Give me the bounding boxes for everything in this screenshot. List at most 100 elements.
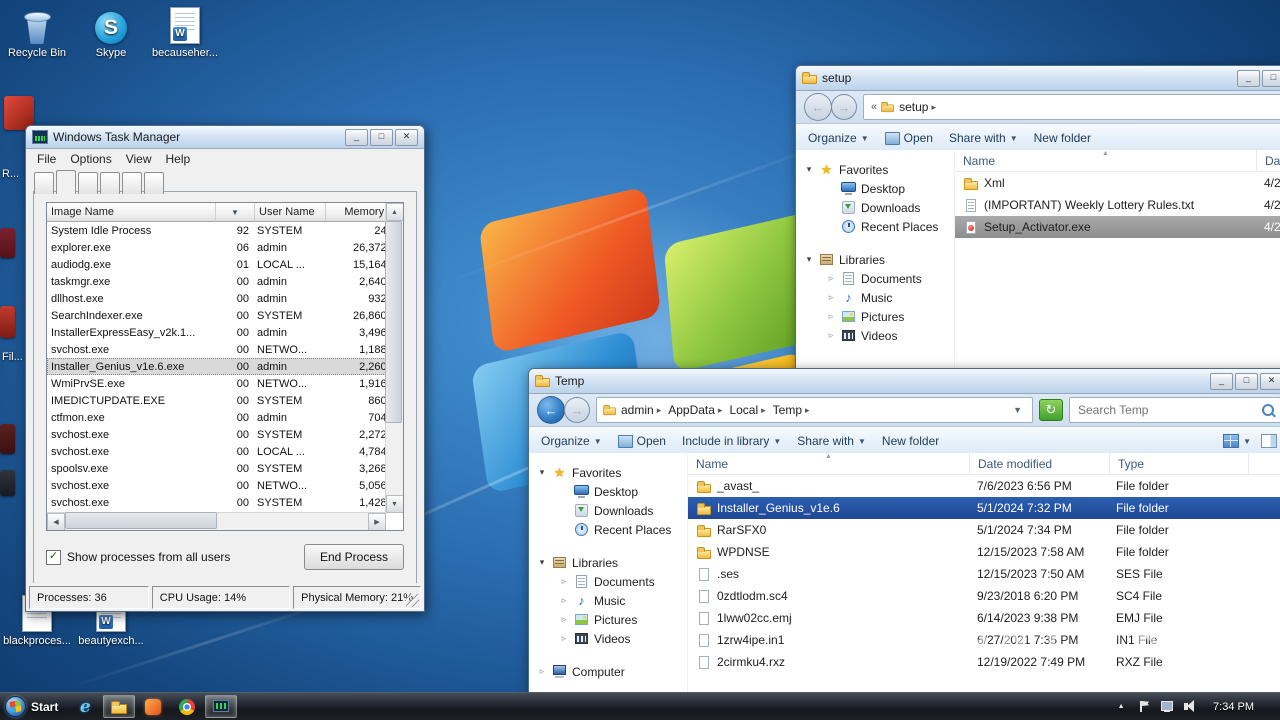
desktop-icon-partial[interactable] <box>0 424 15 454</box>
scroll-left-icon[interactable]: ◀ <box>47 512 65 530</box>
expander-icon[interactable] <box>537 666 547 677</box>
tray-icon[interactable] <box>1159 699 1175 714</box>
menu-item[interactable]: View <box>119 151 159 167</box>
sidebar-section-libraries[interactable]: Libraries <box>529 553 687 572</box>
process-row[interactable]: spoolsv.exe 00 SYSTEM 3,268 K S... <box>47 460 397 477</box>
expander-icon[interactable] <box>804 164 814 175</box>
taskbar-button[interactable] <box>103 695 136 718</box>
temp-titlebar[interactable]: Temp _ □ ✕ <box>529 369 1280 394</box>
process-row[interactable]: explorer.exe 06 admin 26,372 K W... <box>47 239 397 256</box>
sidebar-item[interactable]: Desktop <box>529 482 687 501</box>
forward-button[interactable]: → <box>831 94 857 120</box>
sidebar-section-favorites[interactable]: Favorites <box>796 160 954 179</box>
process-row[interactable]: SearchIndexer.exe 00 SYSTEM 26,860 K M..… <box>47 307 397 324</box>
column-header-user-name[interactable]: User Name <box>255 203 326 222</box>
file-row[interactable]: 1zrw4ipe.in1 6/27/2021 7:35 PM IN1 File … <box>688 629 1280 651</box>
file-row[interactable]: _avast_ 7/6/2023 6:56 PM File folder <box>688 475 1280 497</box>
breadcrumb-segment[interactable]: setup ▸ <box>896 100 939 114</box>
tab[interactable] <box>144 172 164 194</box>
search-input[interactable] <box>1076 402 1262 418</box>
file-row[interactable]: (IMPORTANT) Weekly Lottery Rules.txt 4/2… <box>955 194 1280 216</box>
tab[interactable] <box>100 172 120 194</box>
process-row[interactable]: IMEDICTUPDATE.EXE 00 SYSTEM 860 K M... <box>47 392 397 409</box>
expander-icon[interactable] <box>559 576 569 587</box>
process-row[interactable]: svchost.exe 00 NETWO... 5,056 K H... <box>47 477 397 494</box>
tab[interactable] <box>78 172 98 194</box>
address-dropdown-icon[interactable]: ▼ <box>1008 405 1027 415</box>
expander-icon[interactable] <box>826 292 836 303</box>
tab[interactable] <box>34 172 54 194</box>
file-row[interactable]: .ses 12/15/2023 7:50 AM SES File 1 KB <box>688 563 1280 585</box>
sidebar-item[interactable]: Documents <box>796 269 954 288</box>
sidebar-item[interactable]: Pictures <box>529 610 687 629</box>
column-header-date-modified[interactable]: Date modi... <box>1257 150 1280 171</box>
sidebar-item[interactable]: Recent Places <box>796 217 954 236</box>
process-row[interactable]: svchost.exe 00 NETWO... 1,188 K H... <box>47 341 397 358</box>
taskbar-clock[interactable]: 7:34 PM <box>1205 701 1262 713</box>
forward-button[interactable]: → <box>564 397 590 423</box>
file-row[interactable]: Installer_Genius_v1e.6 5/1/2024 7:32 PM … <box>688 497 1280 519</box>
open-button[interactable]: Open <box>884 131 933 145</box>
taskbar-button[interactable] <box>171 695 203 718</box>
menu-item[interactable]: Help <box>159 151 198 167</box>
back-button[interactable]: ← <box>804 93 832 121</box>
minimize-button[interactable]: _ <box>345 128 368 146</box>
tab[interactable] <box>122 172 142 194</box>
maximize-button[interactable]: □ <box>1262 69 1280 87</box>
process-row[interactable]: System Idle Process 92 SYSTEM 24 K P... <box>47 222 397 239</box>
include-in-library-button[interactable]: Include in library ▼ <box>682 434 781 448</box>
file-row[interactable]: 0zdtlodm.sc4 9/23/2018 6:20 PM SC4 File … <box>688 585 1280 607</box>
breadcrumb[interactable]: admin ▸ AppData ▸ Local ▸ Temp ▸ ▼ <box>596 397 1033 423</box>
expander-icon[interactable] <box>804 254 814 265</box>
search-box[interactable] <box>1069 397 1280 423</box>
chevrons-left-icon[interactable]: « <box>869 101 879 113</box>
desktop-icon-partial[interactable] <box>0 470 15 496</box>
column-header-type[interactable]: Type <box>1110 453 1249 474</box>
share-with-button[interactable]: Share with ▼ <box>949 131 1018 145</box>
expander-icon[interactable] <box>826 273 836 284</box>
sidebar-item[interactable]: Music <box>529 591 687 610</box>
horizontal-scroll-thumb[interactable] <box>65 512 217 529</box>
close-button[interactable]: ✕ <box>1260 372 1280 390</box>
column-header-date-modified[interactable]: Date modified <box>970 453 1110 474</box>
task-manager-titlebar[interactable]: Windows Task Manager _ □ ✕ <box>26 126 424 149</box>
column-header-name[interactable]: ▲ Name <box>955 150 1257 171</box>
column-header-size[interactable]: Size <box>1249 453 1280 474</box>
end-process-button[interactable]: End Process <box>304 544 404 570</box>
sidebar-item[interactable]: Videos <box>796 326 954 345</box>
taskbar-button[interactable] <box>137 695 169 718</box>
organize-button[interactable]: Organize ▼ <box>808 131 869 145</box>
file-row[interactable]: 1lww02cc.emj 6/14/2023 9:38 PM EMJ File … <box>688 607 1280 629</box>
breadcrumb-segment[interactable]: admin ▸ <box>618 403 664 417</box>
sidebar-item[interactable]: Downloads <box>529 501 687 520</box>
sidebar-section-computer[interactable]: Computer <box>529 662 687 681</box>
process-row[interactable]: dllhost.exe 00 admin 932 K C... <box>47 290 397 307</box>
setup-titlebar[interactable]: setup _ □ ✕ <box>796 66 1280 91</box>
breadcrumb-segment[interactable]: Local ▸ <box>726 403 768 417</box>
resize-grip[interactable] <box>406 594 419 607</box>
sidebar-item[interactable]: Downloads <box>796 198 954 217</box>
process-row[interactable]: WmiPrvSE.exe 00 NETWO... 1,916 K W... <box>47 375 397 392</box>
process-row[interactable]: InstallerExpressEasy_v2k.1... 00 admin 3… <box>47 324 397 341</box>
tray-icon[interactable] <box>1182 699 1198 714</box>
refresh-button[interactable]: ↻ <box>1039 399 1063 421</box>
expander-icon[interactable] <box>537 467 547 478</box>
back-button[interactable]: ← <box>537 396 565 424</box>
scroll-down-icon[interactable]: ▼ <box>385 495 403 513</box>
process-row[interactable]: svchost.exe 00 SYSTEM 2,272 K H... <box>47 426 397 443</box>
tray-icon[interactable] <box>1113 699 1129 714</box>
minimize-button[interactable]: _ <box>1237 69 1260 87</box>
taskbar-button[interactable] <box>69 695 101 718</box>
sidebar-item[interactable]: Desktop <box>796 179 954 198</box>
checkbox-checked-icon[interactable]: ✓ <box>46 549 61 565</box>
sidebar-item[interactable]: Videos <box>529 629 687 648</box>
sidebar-item[interactable]: Pictures <box>796 307 954 326</box>
new-folder-button[interactable]: New folder <box>1034 131 1091 145</box>
process-row[interactable]: taskmgr.exe 00 admin 2,640 K W... <box>47 273 397 290</box>
column-header-image-name[interactable]: Image Name <box>47 203 216 222</box>
expander-icon[interactable] <box>826 330 836 341</box>
desktop-icon[interactable]: Skype <box>76 6 146 59</box>
process-row[interactable]: audiodg.exe 01 LOCAL ... 15,164 K W... <box>47 256 397 273</box>
change-view-button[interactable]: ▼ <box>1223 434 1251 448</box>
show-all-users-checkbox[interactable]: ✓ Show processes from all users <box>46 549 230 565</box>
